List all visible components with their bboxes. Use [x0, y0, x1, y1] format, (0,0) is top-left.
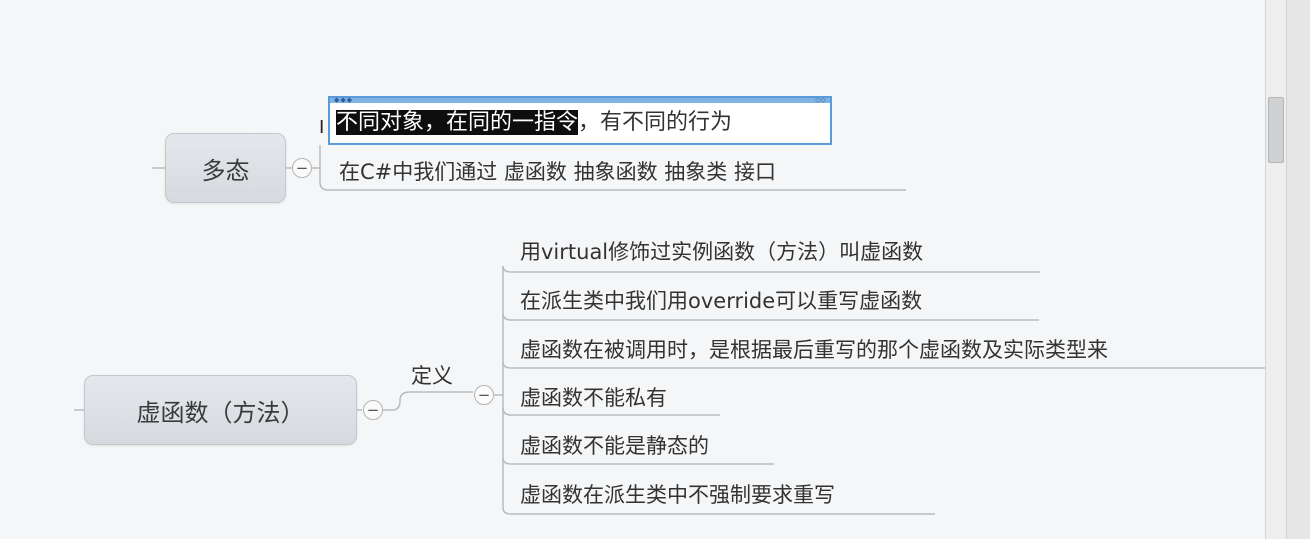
- inline-edit-box[interactable]: ◆◆◆ ◇◇ 不同对象，在同的一指令，有不同的行为: [328, 96, 832, 145]
- branch-definition[interactable]: 定义: [411, 362, 453, 390]
- topic-virtual-function-title: 虚函数（方法）: [136, 398, 305, 427]
- subtopic-definition-4[interactable]: 虚函数不能私有: [520, 384, 667, 412]
- window-edge: [1287, 0, 1310, 539]
- subtopic-definition-1[interactable]: 用virtual修饰过实例函数（方法）叫虚函数: [520, 238, 923, 266]
- subtopic-label: 虚函数不能私有: [520, 386, 667, 410]
- branch-definition-label: 定义: [411, 364, 453, 388]
- topic-polymorphism[interactable]: 多态: [165, 133, 286, 203]
- unselected-text: ，有不同的行为: [578, 110, 733, 135]
- subtopic-label: 虚函数不能是静态的: [520, 434, 709, 458]
- subtopic-definition-3[interactable]: 虚函数在被调用时，是根据最后重写的那个虚函数及实际类型来: [520, 336, 1108, 364]
- scrollbar-track[interactable]: [1265, 0, 1287, 539]
- subtopic-label: 用virtual修饰过实例函数（方法）叫虚函数: [520, 240, 924, 264]
- minus-icon: −: [477, 385, 491, 404]
- subtopic-label: 虚函数在被调用时，是根据最后重写的那个虚函数及实际类型来: [520, 338, 1108, 362]
- topic-virtual-function[interactable]: 虚函数（方法）: [84, 375, 357, 445]
- text-cursor-icon: I: [319, 117, 325, 138]
- edit-box-titlebar: [330, 98, 830, 103]
- minus-icon: −: [366, 400, 380, 419]
- collapse-definition-button[interactable]: −: [474, 385, 494, 405]
- collapse-virtual-function-button[interactable]: −: [363, 400, 383, 420]
- subtopic-label: 虚函数在派生类中不强制要求重写: [520, 483, 835, 507]
- subtopic-definition-6[interactable]: 虚函数在派生类中不强制要求重写: [520, 481, 835, 509]
- subtopic-definition-2[interactable]: 在派生类中我们用override可以重写虚函数: [520, 287, 922, 315]
- minus-icon: −: [295, 158, 309, 177]
- subtopic-label: 在C#中我们通过 虚函数 抽象函数 抽象类 接口: [339, 160, 776, 184]
- resize-grip-right-icon[interactable]: ◇◇: [815, 97, 826, 104]
- subtopic-label: 在派生类中我们用override可以重写虚函数: [520, 289, 923, 313]
- edit-text-field[interactable]: 不同对象，在同的一指令，有不同的行为: [336, 109, 732, 137]
- subtopic-polymorphism-2[interactable]: 在C#中我们通过 虚函数 抽象函数 抽象类 接口: [339, 158, 776, 186]
- scrollbar-thumb[interactable]: [1268, 97, 1284, 163]
- vertical-scrollbar[interactable]: [1265, 0, 1310, 539]
- topic-polymorphism-title: 多态: [201, 156, 250, 185]
- mindmap-canvas[interactable]: 多态 − I ◆◆◆ ◇◇ 不同对象，在同的一指令，有不同的行为 在C#中我们通…: [0, 0, 1265, 539]
- collapse-polymorphism-button[interactable]: −: [292, 158, 312, 178]
- resize-grip-left-icon[interactable]: ◆◆◆: [334, 97, 353, 104]
- subtopic-definition-5[interactable]: 虚函数不能是静态的: [520, 432, 709, 460]
- selected-text: 不同对象，在同的一指令: [336, 110, 579, 135]
